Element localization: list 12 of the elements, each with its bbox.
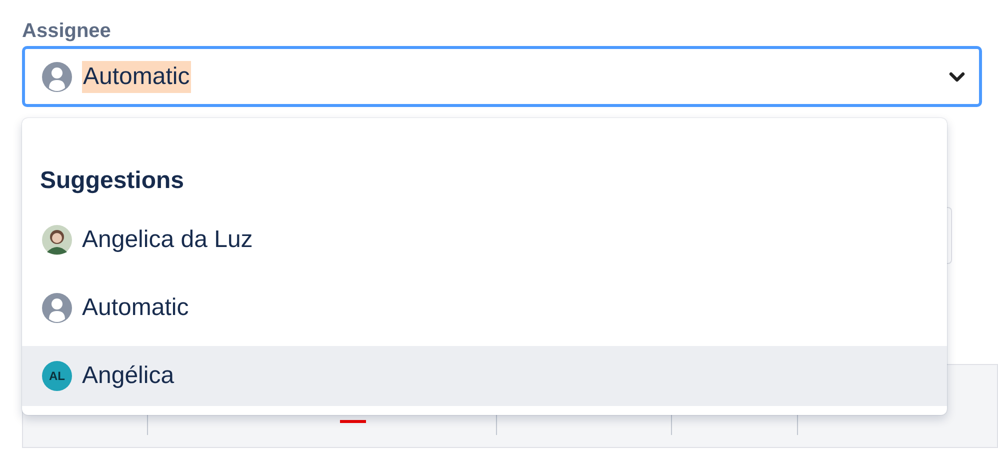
suggestion-item[interactable]: AL Angélica (22, 346, 947, 406)
user-icon (42, 293, 72, 323)
chevron-down-icon (949, 70, 965, 82)
suggestion-item[interactable]: Automatic (22, 278, 947, 338)
assignee-select[interactable]: Automatic (22, 46, 982, 107)
suggestion-item[interactable]: Angelica da Luz (22, 210, 947, 270)
user-icon (42, 62, 72, 92)
avatar-icon (42, 225, 72, 255)
field-label: Assignee (22, 19, 111, 44)
avatar-initials: AL (42, 361, 72, 391)
suggestions-heading: Suggestions (40, 166, 184, 196)
select-value: Automatic (82, 60, 191, 92)
